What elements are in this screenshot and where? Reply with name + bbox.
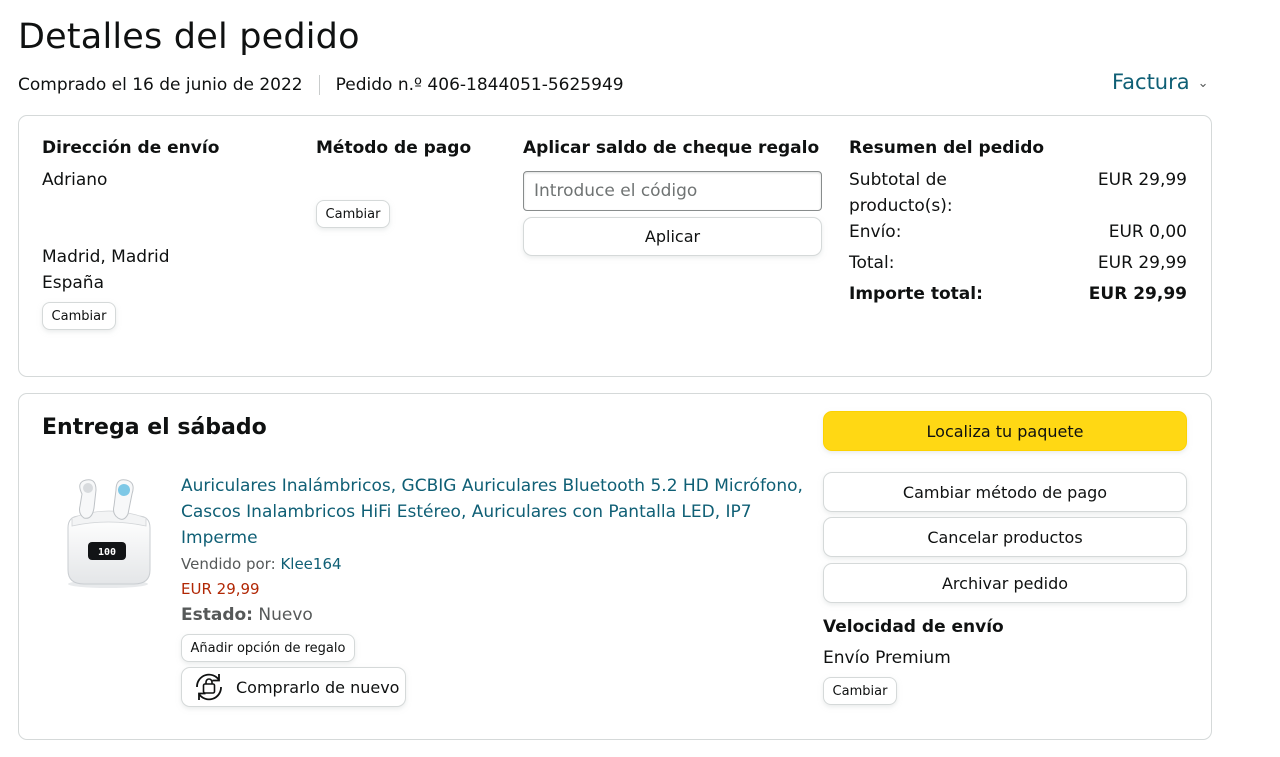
shipping-speed-value: Envío Premium (823, 648, 951, 668)
shipping-name: Adriano (42, 170, 108, 190)
subtotal-label-line1: Subtotal de (849, 170, 947, 190)
track-package-button[interactable]: Localiza tu paquete (823, 411, 1187, 451)
seller-link[interactable]: Klee164 (280, 555, 341, 573)
condition-label: Estado: (181, 605, 253, 625)
condition-value: Nuevo (258, 605, 313, 625)
product-price: EUR 29,99 (181, 580, 260, 598)
sold-by-label: Vendido por: (181, 555, 276, 573)
product-condition: Estado: Nuevo (181, 605, 313, 625)
product-title-line: Cascos Inalambricos HiFi Estéreo, Auricu… (181, 502, 752, 522)
order-summary-heading: Resumen del pedido (849, 138, 1045, 158)
chevron-down-icon: ⌄ (1197, 75, 1209, 91)
shipping-city: Madrid, Madrid (42, 247, 170, 267)
product-title-line: Imperme (181, 528, 258, 548)
subtotal-label-line2: producto(s): (849, 196, 953, 216)
change-shipping-speed-button[interactable]: Cambiar (823, 677, 897, 705)
product-title-line: Auriculares Inalámbricos, GCBIG Auricula… (181, 476, 803, 496)
shipping-speed-heading: Velocidad de envío (823, 617, 1004, 637)
order-meta: Comprado el 16 de junio de 2022 Pedido n.… (18, 75, 624, 95)
order-number: Pedido n.º 406-1844051-5625949 (335, 75, 624, 95)
case-display-digits: 100 (98, 547, 116, 558)
total-value: EUR 29,99 (1097, 253, 1187, 273)
earbuds-icon: 100 (67, 479, 151, 588)
meta-divider (318, 75, 320, 95)
cancel-products-button[interactable]: Cancelar productos (823, 517, 1187, 557)
change-address-button[interactable]: Cambiar (42, 302, 116, 330)
invoice-label: Factura (1112, 70, 1190, 94)
buy-again-icon (196, 673, 222, 701)
gift-card-heading: Aplicar saldo de cheque regalo (523, 138, 820, 158)
buy-again-button[interactable]: Comprarlo de nuevo (181, 667, 406, 707)
archive-order-button[interactable]: Archivar pedido (823, 563, 1187, 603)
apply-gift-button[interactable]: Aplicar (523, 217, 822, 256)
invoice-dropdown[interactable]: Factura ⌄ (1112, 70, 1209, 94)
subtotal-value: EUR 29,99 (1097, 170, 1187, 190)
grand-total-label: Importe total: (849, 284, 983, 304)
total-label: Total: (849, 253, 895, 273)
grand-total-value: EUR 29,99 (1088, 284, 1187, 304)
page-title: Detalles del pedido (18, 17, 360, 57)
shipping-country: España (42, 273, 104, 293)
buy-again-label: Comprarlo de nuevo (236, 677, 400, 697)
add-gift-option-button[interactable]: Añadir opción de regalo (181, 634, 355, 662)
shipping-cost-value: EUR 0,00 (1108, 222, 1187, 242)
shipping-address-heading: Dirección de envío (42, 138, 220, 158)
change-payment-button[interactable]: Cambiar (316, 200, 390, 228)
product-title[interactable]: Auriculares Inalámbricos, GCBIG Auricula… (181, 473, 803, 551)
product-image[interactable]: 100 (62, 474, 158, 590)
shipping-cost-label: Envío: (849, 222, 902, 242)
payment-method-heading: Método de pago (316, 138, 472, 158)
change-payment-method-button[interactable]: Cambiar método de pago (823, 472, 1187, 512)
delivery-heading: Entrega el sábado (42, 415, 267, 440)
gift-code-input[interactable]: Introduce el código (523, 171, 822, 211)
purchase-date: Comprado el 16 de junio de 2022 (18, 75, 303, 95)
sold-by: Vendido por: Klee164 (181, 555, 342, 573)
